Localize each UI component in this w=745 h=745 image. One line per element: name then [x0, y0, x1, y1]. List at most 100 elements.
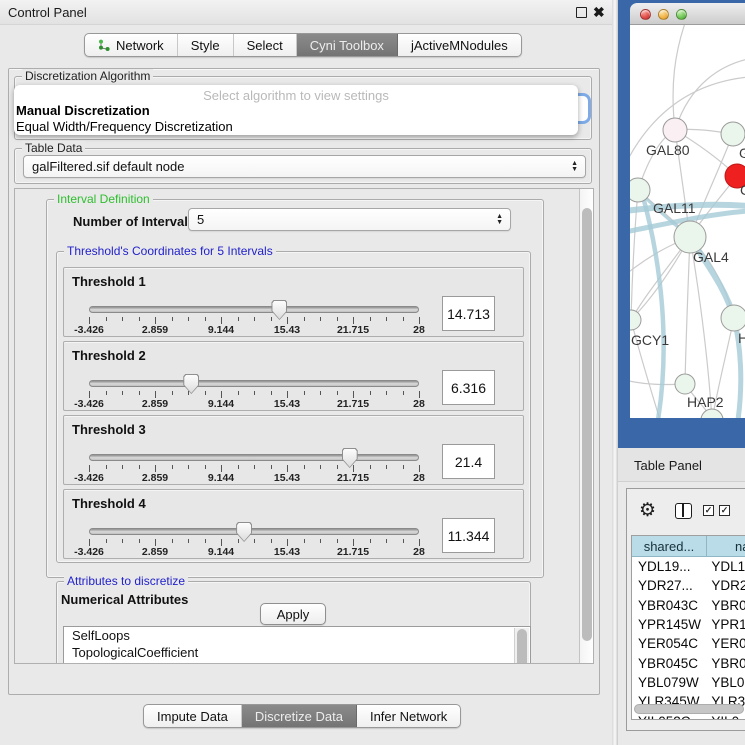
table-panel-bar: Table Panel — [618, 448, 745, 482]
top-tab-strip: Network Style Select Cyni Toolbox jActiv… — [84, 33, 522, 57]
slider-track[interactable] — [89, 306, 419, 313]
attributes-group-title: Attributes to discretize — [64, 574, 188, 588]
tab-style[interactable]: Style — [178, 34, 234, 56]
column-header-name[interactable]: na — [707, 536, 745, 557]
threshold-2-panel: Threshold 2 -3.426 2.859 9.144 15.43 21.… — [63, 341, 524, 411]
select-all-checkbox-icon[interactable]: ✓ — [703, 505, 714, 516]
network-canvas[interactable]: GAL80 G C GAL11 GAL4 GCY1 H HAP2 — [630, 25, 745, 418]
tab-cyni-toolbox[interactable]: Cyni Toolbox — [297, 34, 398, 56]
threshold-3-panel: Threshold 3 -3.426 2.859 9.144 15.43 21.… — [63, 415, 524, 485]
threshold-1-label: Threshold 1 — [72, 274, 146, 289]
option-manual-discretization[interactable]: Manual Discretization — [16, 103, 150, 118]
node-bottom-partial[interactable] — [701, 409, 723, 418]
zoom-traffic-light[interactable] — [676, 9, 687, 20]
network-window-titlebar[interactable] — [630, 3, 745, 25]
unselect-all-checkbox-icon[interactable]: ✓ — [719, 505, 730, 516]
horizontal-scrollbar[interactable] — [634, 704, 744, 714]
list-item[interactable]: TopologicalCoefficient — [64, 644, 530, 661]
close-icon[interactable]: ✖ — [593, 4, 605, 21]
svg-text:C: C — [740, 182, 745, 198]
node-gal11[interactable] — [630, 178, 650, 202]
float-window-icon[interactable] — [576, 7, 587, 18]
column-header-shared-name[interactable]: shared... — [632, 536, 707, 557]
table-row[interactable]: YDR27...YDR2 — [632, 576, 745, 595]
svg-text:G: G — [739, 145, 745, 161]
table-panel-box: ⚙ ✓ ✓ shared... na YDL19...YDL1 YDR27...… — [626, 488, 745, 731]
table-data-title: Table Data — [22, 141, 85, 155]
svg-text:GAL4: GAL4 — [693, 249, 729, 265]
threshold-1-value-field[interactable]: 14.713 — [442, 296, 495, 331]
panel-title: Control Panel — [8, 5, 87, 20]
algorithm-prompt: Select algorithm to view settings — [14, 88, 578, 103]
minimize-traffic-light[interactable] — [658, 9, 669, 20]
tab-jactivemnodules[interactable]: jActiveMNodules — [398, 34, 521, 56]
threshold-3-value-field[interactable]: 21.4 — [442, 444, 495, 479]
tab-infer-network[interactable]: Infer Network — [357, 705, 460, 727]
tab-discretize-data[interactable]: Discretize Data — [242, 705, 357, 727]
tab-network[interactable]: Network — [85, 34, 178, 56]
numerical-attributes-list[interactable]: SelfLoops TopologicalCoefficient Between… — [63, 626, 531, 664]
threshold-4-slider[interactable]: -3.426 2.859 9.144 21.715 15.43 28 — [89, 528, 419, 552]
threshold-2-label: Threshold 2 — [72, 348, 146, 363]
svg-text:GAL80: GAL80 — [646, 142, 690, 158]
node-hap2[interactable] — [675, 374, 695, 394]
table-toolbar: ⚙ ✓ ✓ — [627, 489, 745, 533]
threshold-3-label: Threshold 3 — [72, 422, 146, 437]
combo-spinner-icon: ▲▼ — [496, 214, 503, 226]
node-gal80[interactable] — [663, 118, 687, 142]
viewport-scrollbar[interactable] — [579, 189, 594, 663]
list-scrollbar[interactable] — [514, 628, 529, 664]
apply-button[interactable]: Apply — [260, 603, 326, 625]
slider-ticks — [89, 317, 419, 324]
table-header: shared... na — [632, 536, 745, 557]
svg-text:GCY1: GCY1 — [631, 332, 669, 348]
gear-icon[interactable]: ⚙ — [639, 499, 656, 522]
table-row[interactable]: YER054CYER0 — [632, 634, 745, 653]
node-right[interactable] — [721, 305, 745, 331]
threshold-4-label: Threshold 4 — [72, 496, 146, 511]
list-item[interactable]: SelfLoops — [64, 627, 530, 644]
table-row[interactable]: YPR145WYPR1 — [632, 615, 745, 634]
slider-track[interactable] — [89, 380, 419, 387]
number-of-intervals-value: 5 — [197, 212, 204, 227]
network-icon — [98, 39, 111, 52]
slider-ticks — [89, 539, 419, 546]
svg-text:GAL11: GAL11 — [653, 200, 696, 216]
tab-network-label: Network — [116, 38, 164, 53]
node-top-right[interactable] — [721, 122, 745, 146]
slider-tick-labels: -3.426 2.859 9.144 15.43 21.715 28 — [89, 324, 419, 336]
slider-track[interactable] — [89, 454, 419, 461]
node-gcy1[interactable] — [630, 310, 641, 330]
discretization-algorithm-title: Discretization Algorithm — [22, 69, 153, 83]
screen: Control Panel ✖ Network Style Select Cyn… — [0, 0, 745, 745]
numerical-attributes-label: Numerical Attributes — [61, 592, 188, 607]
close-traffic-light[interactable] — [640, 9, 651, 20]
slider-ticks — [89, 465, 419, 472]
list-item[interactable]: BetweennessCentrality — [64, 661, 530, 664]
threshold-2-value-field[interactable]: 6.316 — [442, 370, 495, 405]
option-equal-width-frequency[interactable]: Equal Width/Frequency Discretization — [16, 119, 233, 134]
svg-text:HAP2: HAP2 — [687, 394, 724, 410]
threshold-3-slider[interactable]: -3.426 2.859 9.144 15.43 21.715 28 — [89, 454, 419, 478]
slider-track[interactable] — [89, 528, 419, 535]
table-data-combobox[interactable]: galFiltered.sif default node ▲▼ — [23, 155, 586, 178]
table-data-value: galFiltered.sif default node — [32, 159, 184, 174]
tab-select[interactable]: Select — [234, 34, 297, 56]
network-nodes[interactable] — [630, 118, 745, 418]
bottom-tab-strip: Impute Data Discretize Data Infer Networ… — [143, 704, 461, 728]
threshold-2-slider[interactable]: -3.426 2.859 9.144 15.43 21.715 28 — [89, 380, 419, 404]
table-row[interactable]: YBR045CYBR0 — [632, 653, 745, 672]
network-view-panel: GAL80 G C GAL11 GAL4 GCY1 H HAP2 — [618, 0, 745, 448]
number-of-intervals-label: Number of Intervals — [73, 214, 195, 229]
node-table: shared... na YDL19...YDL1 YDR27...YDR2 Y… — [631, 535, 745, 720]
scrollbar-thumb[interactable] — [582, 208, 592, 641]
combo-spinner-icon: ▲▼ — [571, 161, 578, 173]
tab-impute-data[interactable]: Impute Data — [144, 705, 242, 727]
number-of-intervals-combobox[interactable]: 5 ▲▼ — [188, 208, 511, 231]
table-row[interactable]: YBL079WYBL0 — [632, 673, 745, 692]
threshold-1-slider[interactable]: -3.426 2.859 9.144 15.43 21.715 28 — [89, 306, 419, 330]
columns-icon[interactable] — [675, 503, 692, 519]
table-row[interactable]: YDL19...YDL1 — [632, 557, 745, 576]
table-row[interactable]: YBR043CYBR0 — [632, 596, 745, 615]
threshold-4-value-field[interactable]: 11.344 — [442, 518, 495, 553]
